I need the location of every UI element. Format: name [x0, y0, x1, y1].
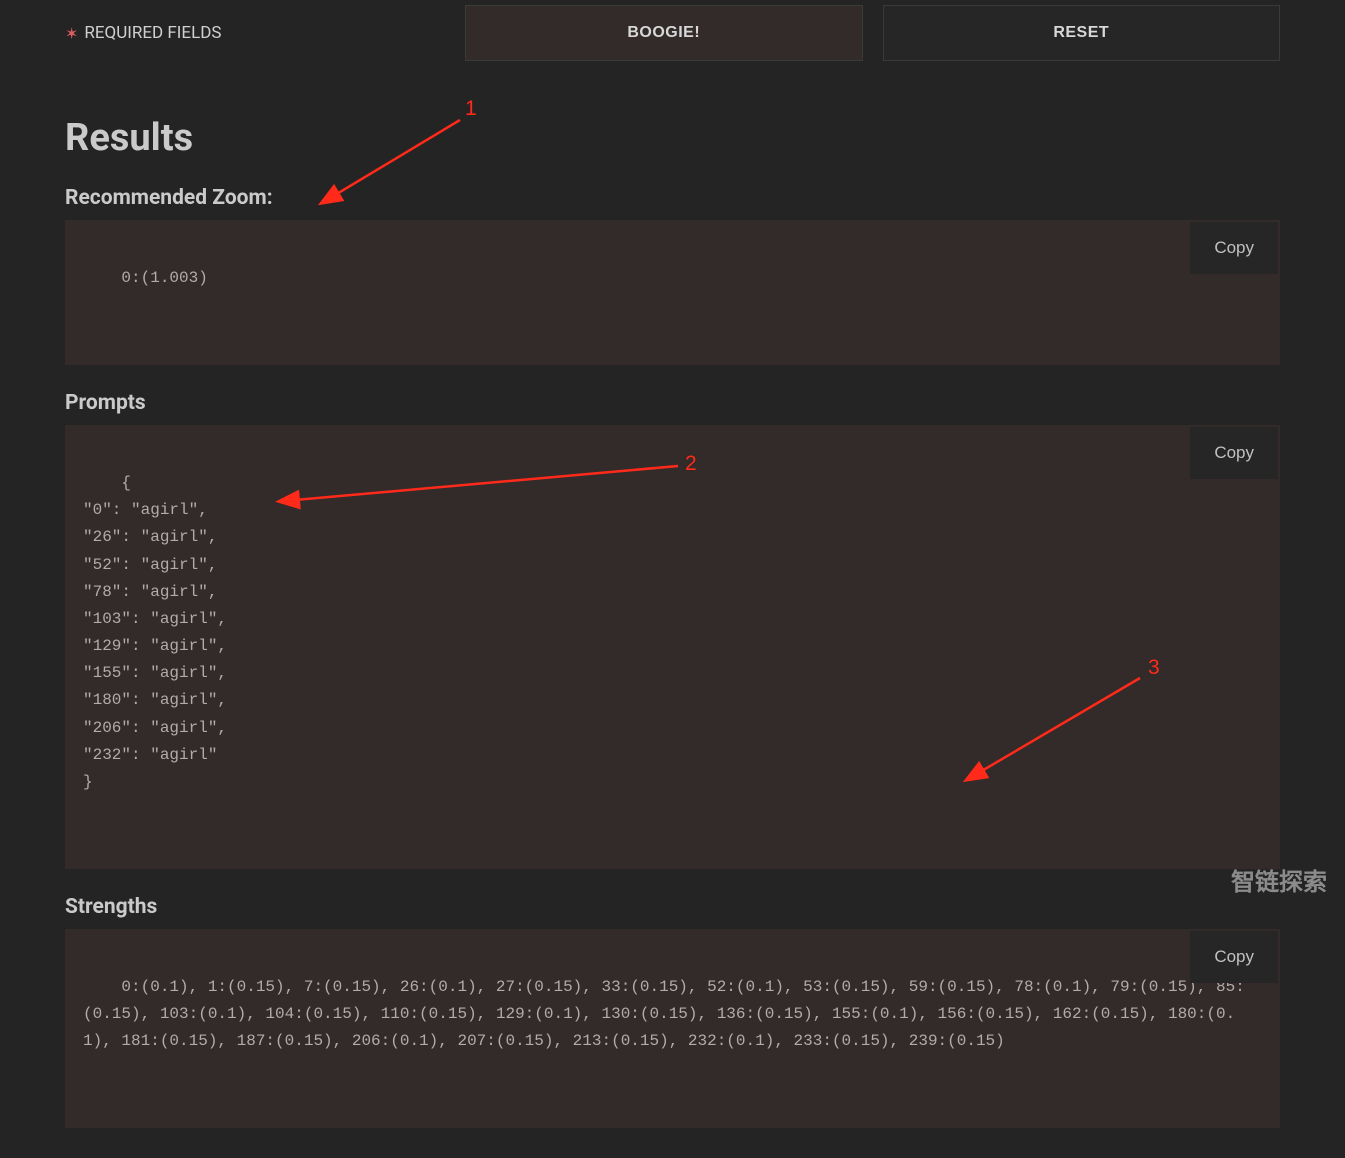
strengths-value: 0:(0.1), 1:(0.15), 7:(0.15), 26:(0.1), 2…	[83, 978, 1245, 1050]
recommended-zoom-value: 0:(1.003)	[121, 269, 207, 287]
reset-button[interactable]: RESET	[883, 5, 1281, 61]
annotation-1-label: 1	[465, 97, 477, 121]
results-heading: Results	[65, 116, 1280, 160]
copy-button-strengths[interactable]: Copy	[1190, 931, 1278, 983]
recommended-zoom-label: Recommended Zoom:	[65, 186, 1280, 210]
copy-button-prompts[interactable]: Copy	[1190, 427, 1278, 479]
prompts-value: { "0": "agirl", "26": "agirl", "52": "ag…	[83, 474, 227, 791]
annotation-2-label: 2	[685, 452, 697, 476]
recommended-zoom-output: 0:(1.003) Copy	[65, 220, 1280, 365]
watermark: 智链探索	[1231, 862, 1327, 897]
required-fields-text: REQUIRED FIELDS	[84, 23, 221, 43]
prompts-output: { "0": "agirl", "26": "agirl", "52": "ag…	[65, 425, 1280, 869]
annotation-3-label: 3	[1148, 656, 1160, 680]
strengths-output: 0:(0.1), 1:(0.15), 7:(0.15), 26:(0.1), 2…	[65, 929, 1280, 1128]
prompts-label: Prompts	[65, 391, 1280, 415]
copy-button-zoom[interactable]: Copy	[1190, 222, 1278, 274]
required-star-icon: ✶	[65, 24, 78, 43]
required-fields-label: ✶ REQUIRED FIELDS	[65, 23, 445, 43]
boogie-button[interactable]: BOOGIE!	[465, 5, 863, 61]
